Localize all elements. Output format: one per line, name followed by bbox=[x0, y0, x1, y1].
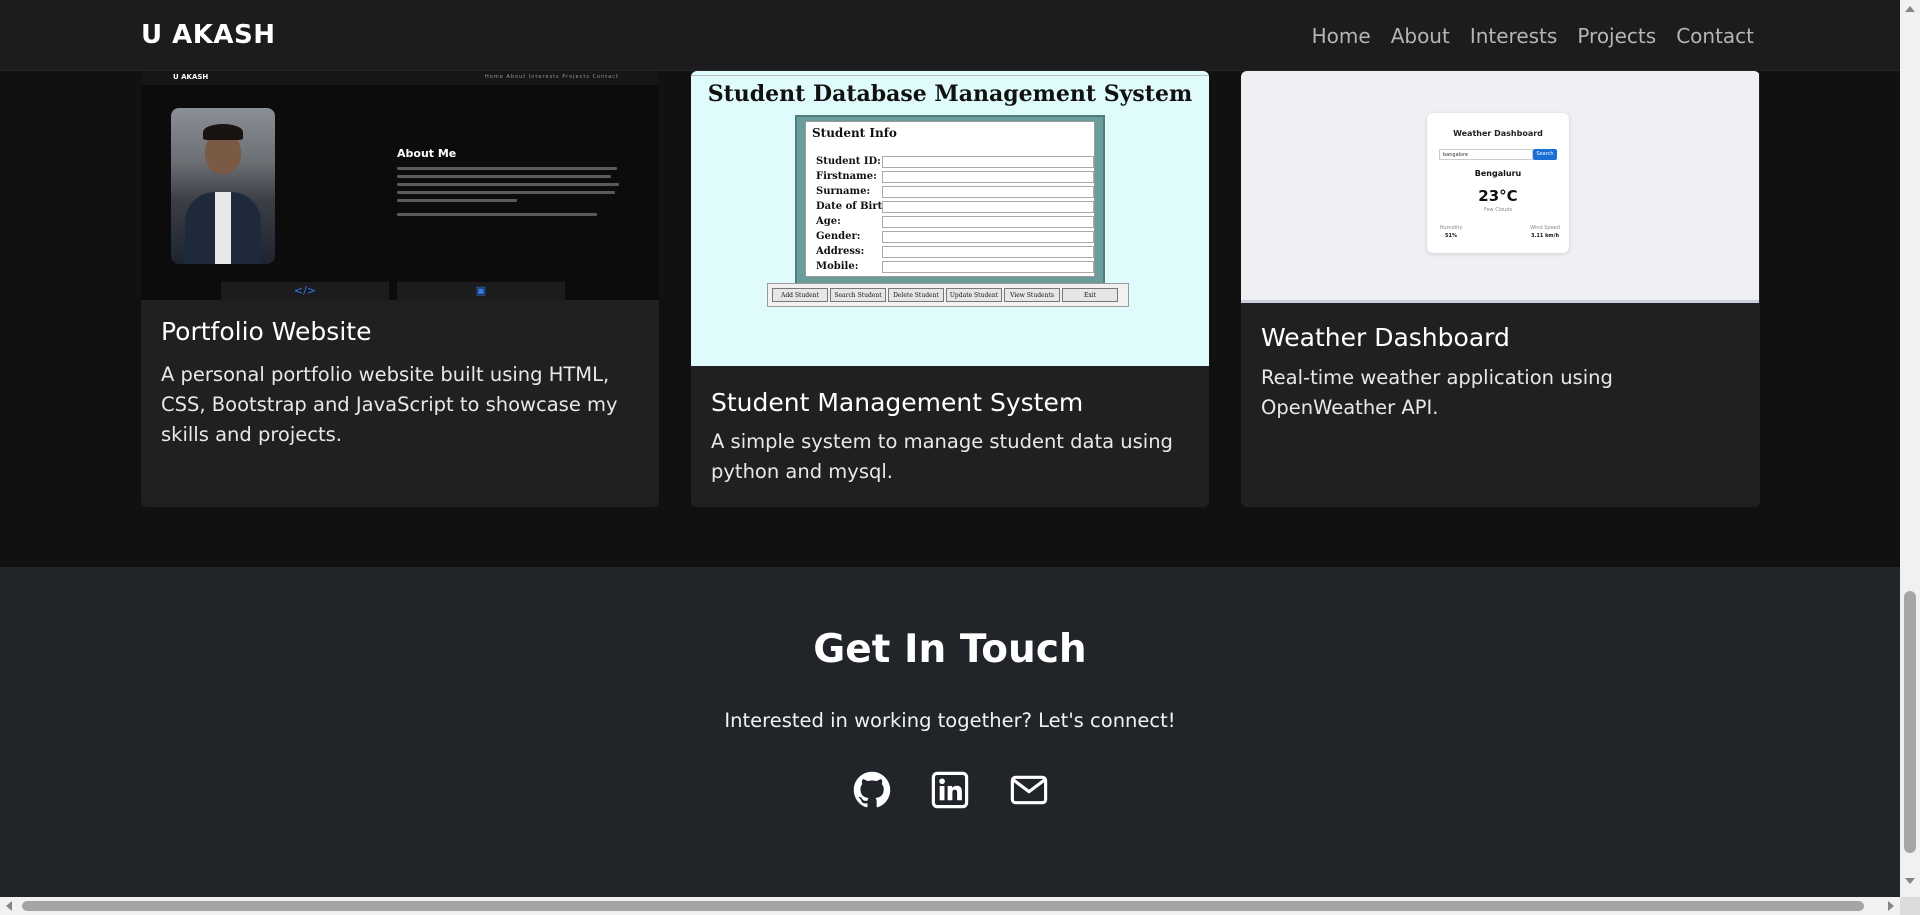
project-title: Portfolio Website bbox=[161, 317, 372, 346]
project-description: Real-time weather application using Open… bbox=[1261, 366, 1613, 419]
nav-link-interests[interactable]: Interests bbox=[1470, 24, 1558, 48]
student-info-frame: Student Info Student ID: Firstname: Surn… bbox=[795, 115, 1105, 285]
weather-search-button: Search bbox=[1533, 149, 1557, 160]
humidity-label: Humidity bbox=[1439, 225, 1463, 231]
student-db-screenshot: Student Database Management System Stude… bbox=[691, 71, 1209, 366]
nav-link-projects[interactable]: Projects bbox=[1577, 24, 1656, 48]
thumb-brand: U AKASH bbox=[173, 73, 209, 81]
scrollbar-corner bbox=[1900, 897, 1920, 915]
thumb-button: Add Student bbox=[772, 288, 828, 302]
project-description: A personal portfolio website built using… bbox=[161, 363, 618, 446]
weather-widget: Weather Dashboard bangalore Search Benga… bbox=[1427, 113, 1569, 253]
field-input bbox=[882, 186, 1094, 198]
nav-link-about[interactable]: About bbox=[1391, 24, 1450, 48]
field-input bbox=[882, 216, 1094, 228]
thumb-tabs: </> ▣ bbox=[221, 282, 565, 300]
project-card-student-management[interactable]: Student Database Management System Stude… bbox=[691, 71, 1209, 507]
contact-section: Get In Touch Interested in working toget… bbox=[0, 567, 1900, 897]
profile-photo bbox=[171, 108, 275, 264]
thumb-button: Update Student bbox=[946, 288, 1002, 302]
navbar: U AKASH Home About Interests Projects Co… bbox=[0, 0, 1900, 71]
field-label: Student ID: bbox=[816, 156, 881, 167]
field-input bbox=[882, 246, 1094, 258]
wind-label: Wind Speed bbox=[1530, 225, 1560, 231]
field-input bbox=[882, 231, 1094, 243]
field-input bbox=[882, 171, 1094, 183]
field-label: Age: bbox=[816, 216, 841, 227]
thumb-about-heading: About Me bbox=[397, 147, 457, 160]
weather-condition: Few Clouds bbox=[1483, 207, 1513, 213]
project-description: A simple system to manage student data u… bbox=[711, 430, 1173, 483]
horizontal-scrollbar[interactable] bbox=[0, 897, 1900, 915]
email-icon[interactable] bbox=[1010, 771, 1048, 809]
project-card-weather[interactable]: Weather Dashboard bangalore Search Benga… bbox=[1241, 71, 1760, 507]
field-label: Mobile: bbox=[816, 261, 859, 272]
thumb-button: Search Student bbox=[830, 288, 886, 302]
weather-title: Weather Dashboard bbox=[1453, 129, 1543, 138]
weather-search-input: bangalore bbox=[1439, 149, 1533, 160]
field-label: Firstname: bbox=[816, 171, 877, 182]
github-icon[interactable] bbox=[853, 771, 891, 809]
robot-icon: ▣ bbox=[397, 282, 565, 300]
field-label: Gender: bbox=[816, 231, 861, 242]
nav-link-contact[interactable]: Contact bbox=[1676, 24, 1754, 48]
scroll-up-icon[interactable] bbox=[1905, 6, 1915, 12]
project-title: Student Management System bbox=[711, 388, 1084, 417]
brand-logo[interactable]: U AKASH bbox=[141, 20, 276, 50]
contact-title: Get In Touch bbox=[813, 627, 1087, 672]
project-card-portfolio[interactable]: U AKASH Home About Interests Projects Co… bbox=[141, 71, 659, 507]
vertical-scrollbar[interactable] bbox=[1900, 0, 1920, 897]
projects-section: U AKASH Home About Interests Projects Co… bbox=[0, 71, 1900, 567]
student-info-title: Student Info bbox=[812, 126, 897, 140]
nav-link-home[interactable]: Home bbox=[1312, 24, 1371, 48]
vertical-scroll-thumb[interactable] bbox=[1904, 591, 1916, 853]
social-links bbox=[853, 771, 1049, 811]
nav-links: Home About Interests Projects Contact bbox=[1312, 24, 1754, 48]
linkedin-icon[interactable] bbox=[931, 771, 969, 809]
scroll-down-icon[interactable] bbox=[1905, 878, 1915, 884]
thumb-button: Exit bbox=[1062, 288, 1118, 302]
code-icon: </> bbox=[221, 282, 389, 300]
field-label: Surname: bbox=[816, 186, 871, 197]
weather-screenshot: Weather Dashboard bangalore Search Benga… bbox=[1241, 71, 1759, 303]
portfolio-screenshot: U AKASH Home About Interests Projects Co… bbox=[141, 71, 659, 300]
field-input bbox=[882, 156, 1094, 168]
student-button-bar: Add Student Search Student Delete Studen… bbox=[767, 283, 1129, 307]
scroll-right-icon[interactable] bbox=[1888, 901, 1894, 911]
horizontal-scroll-thumb[interactable] bbox=[22, 901, 1864, 911]
thumb-button: Delete Student bbox=[888, 288, 944, 302]
contact-subtitle: Interested in working together? Let's co… bbox=[724, 709, 1176, 732]
thumb-navbar: U AKASH Home About Interests Projects Co… bbox=[141, 71, 659, 85]
thumb-button: View Students bbox=[1004, 288, 1060, 302]
weather-city: Bengaluru bbox=[1474, 169, 1522, 178]
field-label: Address: bbox=[816, 246, 865, 257]
scroll-left-icon[interactable] bbox=[6, 901, 12, 911]
field-input bbox=[882, 261, 1094, 273]
field-input bbox=[882, 201, 1094, 213]
humidity-value: 51% bbox=[1445, 233, 1457, 239]
project-title: Weather Dashboard bbox=[1261, 323, 1510, 352]
thumb-heading: Student Database Management System bbox=[707, 81, 1193, 107]
wind-value: 3.11 km/h bbox=[1531, 233, 1559, 239]
weather-temperature: 23°C bbox=[1478, 187, 1518, 205]
thumb-nav-links: Home About Interests Projects Contact bbox=[485, 74, 619, 80]
